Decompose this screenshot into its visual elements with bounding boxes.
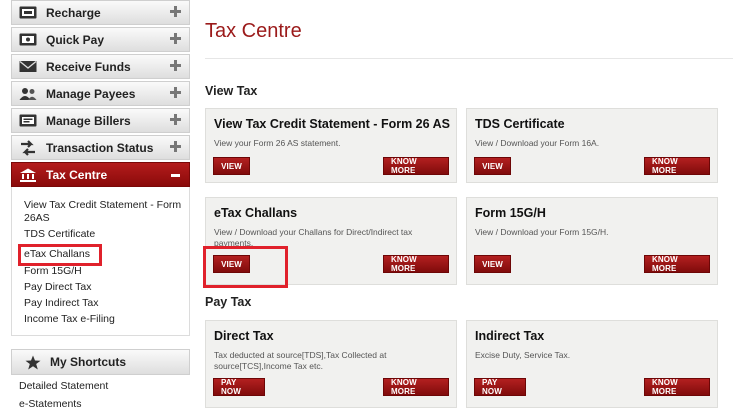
sidebar-item-transaction-status[interactable]: Transaction Status [11, 135, 190, 160]
expand-icon[interactable] [170, 33, 181, 44]
card-tds-certificate: TDS Certificate View / Download your For… [466, 108, 718, 183]
card-description: Tax deducted at source[TDS],Tax Collecte… [214, 350, 387, 372]
sidebar-item-label: Receive Funds [46, 59, 131, 74]
sidebar-item-label: Manage Billers [46, 113, 131, 128]
card-description: View / Download your Form 16A. [475, 138, 600, 148]
sidebar-item-label: Recharge [46, 5, 101, 20]
sidebar-item-label: Tax Centre [46, 167, 108, 182]
my-shortcuts-panel: My Shortcuts Detailed Statement e-Statem… [11, 349, 190, 411]
card-title: TDS Certificate [475, 117, 565, 131]
know-more-button[interactable]: KNOW MORE [383, 157, 449, 175]
card-title: View Tax Credit Statement - Form 26 AS [214, 117, 450, 131]
page-title: Tax Centre [205, 20, 302, 42]
view-button[interactable]: VIEW [213, 157, 250, 175]
pay-now-button[interactable]: PAY NOW [474, 378, 526, 396]
submenu-link-form-15gh[interactable]: Form 15G/H [24, 265, 189, 278]
section-heading-pay-tax: Pay Tax [205, 295, 252, 309]
card-title: Direct Tax [214, 329, 274, 343]
sidebar-item-receive-funds[interactable]: Receive Funds [11, 54, 190, 79]
expand-icon[interactable] [170, 87, 181, 98]
card-description: View / Download your Form 15G/H. [475, 227, 609, 237]
expand-icon[interactable] [170, 114, 181, 125]
card-description: View your Form 26 AS statement. [214, 138, 341, 148]
submenu-link-pay-direct-tax[interactable]: Pay Direct Tax [24, 281, 189, 294]
submenu-link-income-tax-efiling[interactable]: Income Tax e-Filing [24, 313, 189, 326]
sidebar-item-label: Quick Pay [46, 32, 105, 47]
collapse-icon[interactable] [171, 174, 180, 177]
shortcut-e-statements[interactable]: e-Statements [19, 397, 190, 411]
card-form-15gh: Form 15G/H View / Download your Form 15G… [466, 197, 718, 285]
bank-icon [19, 168, 37, 182]
quick-pay-icon [19, 33, 37, 47]
sidebar: Recharge Quick Pay Receive Funds Manage … [11, 0, 190, 336]
card-title: Indirect Tax [475, 329, 545, 343]
expand-icon[interactable] [170, 60, 181, 71]
highlight-box [203, 246, 288, 288]
my-shortcuts-header: My Shortcuts [11, 349, 190, 375]
submenu-link-form-26as[interactable]: View Tax Credit Statement - Form 26AS [24, 199, 189, 225]
know-more-button[interactable]: KNOW MORE [644, 378, 710, 396]
card-direct-tax: Direct Tax Tax deducted at source[TDS],T… [205, 320, 457, 408]
sidebar-item-label: Transaction Status [46, 140, 154, 155]
recharge-icon [19, 6, 37, 20]
know-more-button[interactable]: KNOW MORE [644, 255, 710, 273]
know-more-button[interactable]: KNOW MORE [383, 255, 449, 273]
sidebar-item-manage-billers[interactable]: Manage Billers [11, 108, 190, 133]
pay-now-button[interactable]: PAY NOW [213, 378, 265, 396]
expand-icon[interactable] [170, 6, 181, 17]
know-more-button[interactable]: KNOW MORE [644, 157, 710, 175]
card-title: eTax Challans [214, 206, 298, 220]
card-form-26as: View Tax Credit Statement - Form 26 AS V… [205, 108, 457, 183]
biller-icon [19, 114, 37, 128]
tax-centre-submenu: View Tax Credit Statement - Form 26AS TD… [11, 187, 190, 336]
star-icon [24, 355, 42, 370]
sidebar-item-recharge[interactable]: Recharge [11, 0, 190, 25]
view-button[interactable]: VIEW [474, 157, 511, 175]
transfer-icon [19, 139, 37, 156]
envelope-icon [19, 60, 37, 74]
title-divider [205, 58, 733, 59]
card-title: Form 15G/H [475, 206, 546, 220]
submenu-link-pay-indirect-tax[interactable]: Pay Indirect Tax [24, 297, 189, 310]
section-heading-view-tax: View Tax [205, 84, 258, 98]
sidebar-item-manage-payees[interactable]: Manage Payees [11, 81, 190, 106]
submenu-link-etax-challans[interactable]: eTax Challans [18, 244, 102, 266]
know-more-button[interactable]: KNOW MORE [383, 378, 449, 396]
sidebar-item-quick-pay[interactable]: Quick Pay [11, 27, 190, 52]
users-icon [19, 87, 37, 101]
view-button[interactable]: VIEW [474, 255, 511, 273]
submenu-link-tds-certificate[interactable]: TDS Certificate [24, 228, 189, 241]
shortcut-detailed-statement[interactable]: Detailed Statement [19, 379, 190, 393]
expand-icon[interactable] [170, 141, 181, 152]
my-shortcuts-title: My Shortcuts [50, 355, 127, 369]
card-indirect-tax: Indirect Tax Excise Duty, Service Tax. P… [466, 320, 718, 408]
card-description: Excise Duty, Service Tax. [475, 350, 571, 360]
sidebar-item-tax-centre[interactable]: Tax Centre [11, 162, 190, 187]
sidebar-item-label: Manage Payees [46, 86, 136, 101]
